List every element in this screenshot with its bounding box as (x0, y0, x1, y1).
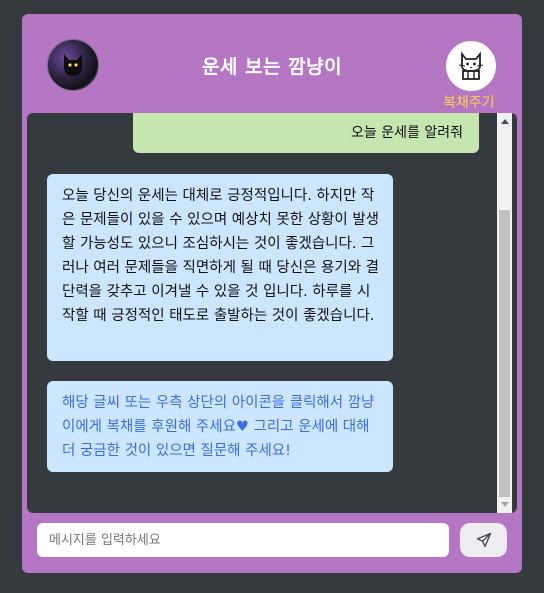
scrollbar-thumb[interactable] (499, 210, 510, 497)
send-button[interactable] (460, 523, 507, 557)
chat-app: 운세 보는 깜냥이 복채주기 오늘 운세를 알려줘 오늘 당신의 운세는 대체로… (22, 14, 522, 573)
chat-log[interactable]: 오늘 운세를 알려줘 오늘 당신의 운세는 대체로 긍정적입니다. 하지만 작은… (27, 113, 517, 513)
donate-link[interactable]: 복채주기 (443, 92, 495, 112)
message-input[interactable] (37, 523, 449, 557)
scroll-up-icon[interactable] (501, 119, 509, 124)
chat-scrollbar[interactable] (497, 113, 512, 513)
donate-note-message[interactable]: 해당 글씨 또는 우측 상단의 아이콘을 클릭해서 깜냥이에게 복채를 후원해 … (47, 381, 393, 472)
send-icon (476, 532, 491, 548)
donate-cat-icon (458, 51, 484, 80)
bot-message: 오늘 당신의 운세는 대체로 긍정적입니다. 하지만 작은 문제들이 있을 수 … (47, 174, 393, 361)
cat-icon[interactable] (446, 41, 496, 91)
user-message: 오늘 운세를 알려줘 (133, 113, 479, 153)
scroll-down-icon[interactable] (501, 502, 509, 507)
